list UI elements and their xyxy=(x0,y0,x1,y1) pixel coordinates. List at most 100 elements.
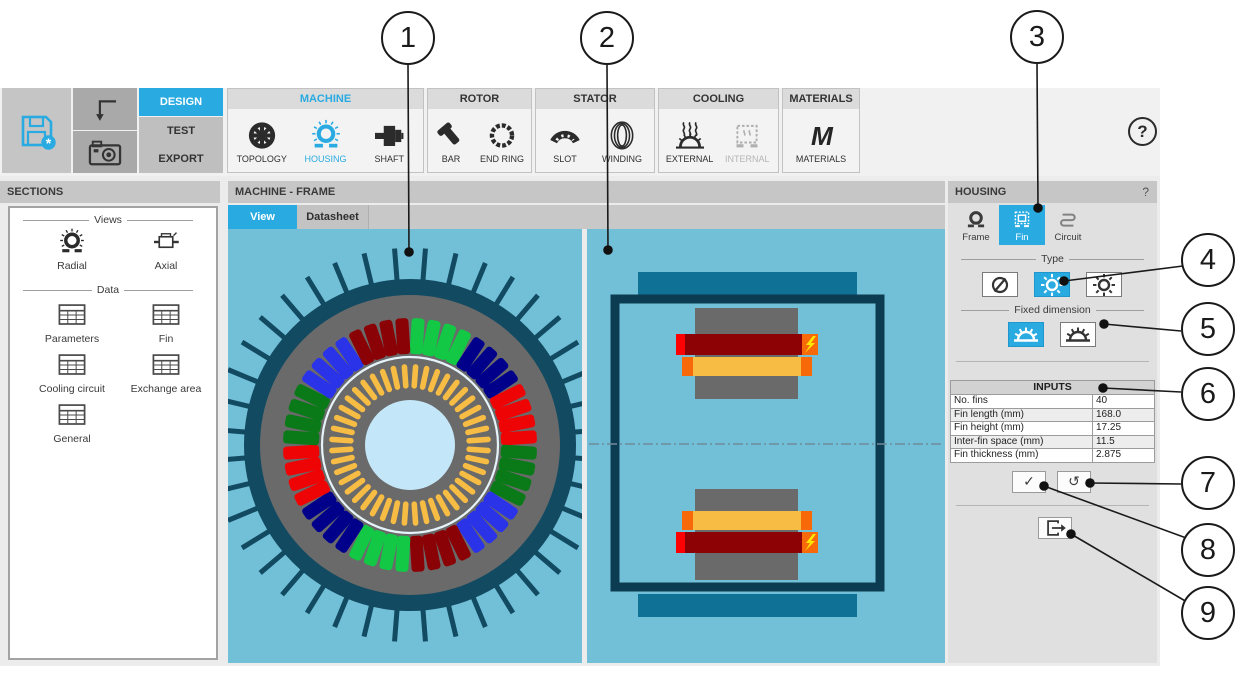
housing-panel-title: HOUSING ? xyxy=(948,181,1157,203)
inter-fin-space-value[interactable]: 11.5 xyxy=(1093,435,1155,449)
callout-1: 1 xyxy=(381,11,435,65)
ribbon-group-rotor: ROTOR BAR END RING xyxy=(427,88,532,173)
axial-fins-icon xyxy=(1089,274,1119,296)
table-row: Fin thickness (mm)2.875 xyxy=(951,449,1155,463)
group-header-materials: MATERIALS xyxy=(783,89,859,109)
sidebar-item-axial[interactable]: Axial xyxy=(120,227,212,272)
radial-fins-icon xyxy=(1037,274,1067,296)
fin-type-none-button[interactable] xyxy=(982,272,1018,297)
internal-cooling-icon xyxy=(728,118,766,153)
main-panel-title: MACHINE - FRAME xyxy=(228,181,945,203)
data-separator: Data xyxy=(18,284,198,296)
undo-arrow-icon xyxy=(87,92,123,126)
screenshot-button[interactable] xyxy=(73,131,137,173)
ribbon-item-cooling-external[interactable]: EXTERNAL xyxy=(663,118,717,164)
help-button[interactable]: ? xyxy=(1128,117,1157,146)
fin-length-value[interactable]: 168.0 xyxy=(1093,408,1155,422)
group-header-machine: MACHINE xyxy=(228,89,423,109)
ribbon-item-topology[interactable]: TOPOLOGY xyxy=(232,118,292,164)
inputs-table: INPUTS No. fins40 Fin length (mm)168.0 F… xyxy=(950,380,1155,463)
fin-type-axial-button[interactable] xyxy=(1086,272,1122,297)
fixed-dimension-separator: Fixed dimension xyxy=(956,304,1149,316)
sidebar-item-general[interactable]: General xyxy=(26,400,118,445)
group-header-rotor: ROTOR xyxy=(428,89,531,109)
fin-thickness-value[interactable]: 2.875 xyxy=(1093,449,1155,463)
tab-design[interactable]: DESIGN xyxy=(139,88,223,116)
undo-button[interactable] xyxy=(73,88,137,130)
table-row: Fin height (mm)17.25 xyxy=(951,422,1155,436)
fin-height-value[interactable]: 17.25 xyxy=(1093,422,1155,436)
fin-icon xyxy=(1009,208,1035,232)
svg-text:*: * xyxy=(45,135,51,151)
radial-cross-section-view xyxy=(228,229,582,663)
fin-comb-filled-icon xyxy=(1011,324,1041,346)
tab-export[interactable]: EXPORT xyxy=(139,145,223,173)
callout-4: 4 xyxy=(1181,233,1235,287)
ribbon-item-shaft[interactable]: SHAFT xyxy=(359,118,419,164)
export-geometry-button[interactable] xyxy=(1038,517,1072,539)
sidebar-item-cooling-circuit[interactable]: Cooling circuit xyxy=(26,350,118,395)
section-divider xyxy=(956,361,1149,362)
housing-tab-frame[interactable]: Frame xyxy=(953,205,999,245)
inputs-table-title: INPUTS xyxy=(951,381,1155,395)
sections-panel: Views Radial Axial Data Parameters Fin xyxy=(8,206,218,660)
fin-comb-outline-icon xyxy=(1063,324,1093,346)
sidebar-item-exchange-area[interactable]: Exchange area xyxy=(120,350,212,395)
axial-view-icon xyxy=(148,227,184,257)
frame-icon xyxy=(963,208,989,232)
ribbon-item-materials[interactable]: M MATERIALS xyxy=(788,118,854,164)
ribbon-group-stator: STATOR SLOT WINDING xyxy=(535,88,655,173)
callout-8: 8 xyxy=(1181,523,1235,577)
slot-icon xyxy=(546,118,584,153)
callout-7: 7 xyxy=(1181,456,1235,510)
ribbon-item-winding[interactable]: WINDING xyxy=(594,118,650,164)
ribbon-item-housing[interactable]: HOUSING xyxy=(296,118,356,164)
sidebar-item-fin[interactable]: Fin xyxy=(120,300,212,345)
winding-icon xyxy=(603,118,641,153)
housing-help-button[interactable]: ? xyxy=(1142,181,1149,203)
ribbon-item-slot[interactable]: SLOT xyxy=(540,118,590,164)
views-separator: Views xyxy=(18,214,198,226)
check-icon: ✓ xyxy=(1023,474,1035,490)
fixed-dimension-option-1-button[interactable] xyxy=(1008,322,1044,347)
table-icon xyxy=(148,300,184,330)
save-button[interactable]: * xyxy=(2,88,71,173)
sections-panel-title: SECTIONS xyxy=(0,181,220,203)
save-floppy-icon: * xyxy=(15,109,59,153)
export-icon xyxy=(1041,518,1069,538)
topology-icon xyxy=(243,118,281,153)
table-icon xyxy=(148,350,184,380)
callout-9: 9 xyxy=(1181,586,1235,640)
tab-view[interactable]: View xyxy=(228,205,297,229)
camera-icon xyxy=(86,136,124,168)
housing-tab-circuit[interactable]: Circuit xyxy=(1045,205,1091,245)
callout-2: 2 xyxy=(580,11,634,65)
ribbon-group-machine: MACHINE TOPOLOGY HOUSING SHAFT xyxy=(227,88,424,173)
materials-icon: M xyxy=(802,118,840,153)
housing-tab-fin[interactable]: Fin xyxy=(999,205,1045,245)
ribbon-item-end-ring[interactable]: END RING xyxy=(474,118,530,164)
callout-3: 3 xyxy=(1010,10,1064,64)
type-separator: Type xyxy=(956,253,1149,265)
ribbon-item-bar[interactable]: BAR xyxy=(429,118,473,164)
end-ring-icon xyxy=(483,118,521,153)
housing-panel: Frame Fin Circuit Type Fixed dimension I… xyxy=(948,203,1157,663)
fin-type-radial-button[interactable] xyxy=(1034,272,1070,297)
tab-datasheet[interactable]: Datasheet xyxy=(297,205,369,229)
fixed-dimension-option-2-button[interactable] xyxy=(1060,322,1096,347)
tab-test[interactable]: TEST xyxy=(139,117,223,145)
axial-cross-section-view xyxy=(587,229,945,663)
section-divider xyxy=(956,505,1149,506)
housing-icon xyxy=(307,118,345,153)
apply-button[interactable]: ✓ xyxy=(1012,471,1046,493)
ribbon-group-cooling: COOLING EXTERNAL INTERNAL xyxy=(658,88,779,173)
sidebar-item-radial[interactable]: Radial xyxy=(26,227,118,272)
ribbon-group-materials: MATERIALS M MATERIALS xyxy=(782,88,860,173)
shaft-icon xyxy=(370,118,408,153)
svg-text:M: M xyxy=(811,121,834,151)
reset-button[interactable]: ↺ xyxy=(1057,471,1091,493)
table-row: Inter-fin space (mm)11.5 xyxy=(951,435,1155,449)
no-fins-value[interactable]: 40 xyxy=(1093,395,1155,409)
callout-6: 6 xyxy=(1181,367,1235,421)
sidebar-item-parameters[interactable]: Parameters xyxy=(26,300,118,345)
